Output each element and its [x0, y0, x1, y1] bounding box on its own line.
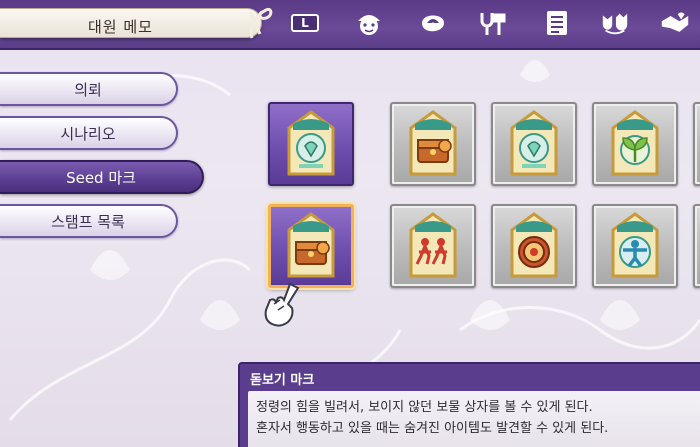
face-icon[interactable] — [354, 8, 384, 38]
l-button-icon[interactable]: L — [290, 8, 320, 38]
runners-badge-icon — [409, 212, 457, 278]
menu-item-seed-mark[interactable]: Seed 마크 — [0, 160, 204, 194]
title-plate: 대원 메모 — [0, 8, 262, 38]
mark-tile-treasure-chest[interactable] — [390, 102, 476, 186]
pointer-hand-icon — [264, 282, 300, 327]
menu-item-stamp-list[interactable]: 스탬프 목록 — [0, 204, 178, 238]
curl-ornament-icon — [248, 7, 273, 39]
tools-icon[interactable] — [476, 8, 506, 38]
description-panel: 돋보기 마크 정령의 힘을 빌려서, 보이지 않던 보물 상자를 볼 수 있게 … — [238, 362, 700, 447]
menu-item-label: 의뢰 — [74, 80, 102, 99]
compass-wheel-badge-icon — [510, 212, 558, 278]
pouch-icon[interactable] — [418, 8, 448, 38]
treasure-chest-badge-icon — [287, 212, 335, 278]
menu-item-label: Seed 마크 — [66, 168, 136, 187]
mark-tile-partial-2[interactable] — [693, 204, 700, 288]
description-body: 정령의 힘을 빌려서, 보이지 않던 보물 상자를 볼 수 있게 된다. 혼자서… — [248, 391, 700, 447]
pets-icon[interactable] — [600, 8, 630, 38]
heart-leaf-badge-icon — [287, 110, 335, 176]
mark-tile-treasure-chest-owned[interactable] — [268, 204, 354, 288]
menu-item-request[interactable]: 의뢰 — [0, 72, 178, 106]
mark-tile-runners[interactable] — [390, 204, 476, 288]
description-line: 정령의 힘을 빌려서, 보이지 않던 보물 상자를 볼 수 있게 된다. — [256, 400, 593, 415]
sprout-badge-icon — [611, 110, 659, 176]
list-icon[interactable] — [542, 8, 572, 38]
menu-item-label: 스탬프 목록 — [51, 212, 125, 231]
mark-tile-heart-leaf[interactable] — [268, 102, 354, 186]
treasure-chest-badge-icon — [409, 110, 457, 176]
mark-tile-compass-wheel[interactable] — [491, 204, 577, 288]
mark-tile-heart-leaf-2[interactable] — [491, 102, 577, 186]
mark-tile-partial-1[interactable] — [693, 102, 700, 186]
mark-tile-sprout[interactable] — [592, 102, 678, 186]
l-button-label: L — [291, 14, 319, 32]
person-badge-icon — [611, 212, 659, 278]
heart-leaf-badge-icon — [510, 110, 558, 176]
mark-tile-person[interactable] — [592, 204, 678, 288]
handshake-icon[interactable] — [660, 8, 690, 38]
description-line: 혼자서 행동하고 있을 때는 숨겨진 아이템도 발견할 수 있게 된다. — [256, 421, 609, 436]
top-bar: 대원 메모 L — [0, 0, 700, 50]
menu-item-scenario[interactable]: 시나리오 — [0, 116, 178, 150]
page-title: 대원 메모 — [88, 18, 153, 36]
menu-item-label: 시나리오 — [60, 124, 116, 143]
description-title: 돋보기 마크 — [250, 373, 315, 388]
